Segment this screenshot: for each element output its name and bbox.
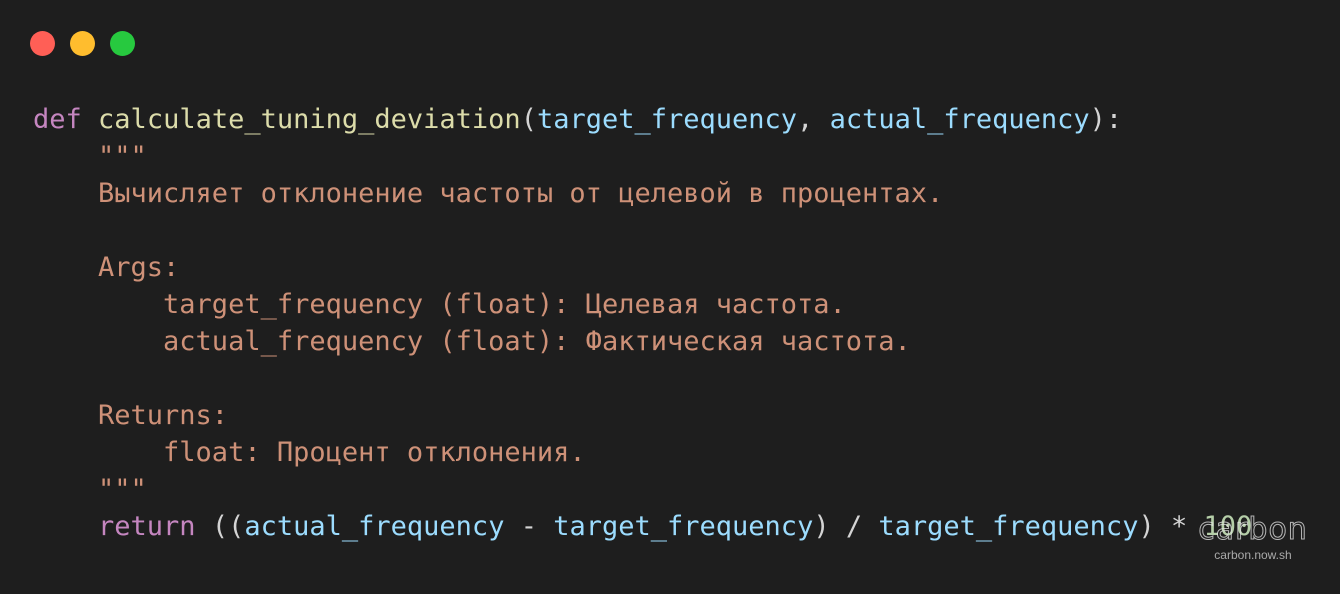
code-token: def	[33, 104, 82, 135]
code-token: ) /	[813, 511, 879, 542]
code-token: ):	[1089, 104, 1123, 135]
code-token: """	[33, 474, 147, 505]
code-token: ((	[195, 511, 245, 542]
code-line: """	[33, 138, 1252, 175]
code-token: """	[33, 141, 147, 172]
code-window: def calculate_tuning_deviation(target_fr…	[0, 0, 1340, 594]
carbon-watermark: carbon carbon.now.sh	[1198, 512, 1308, 563]
code-token: actual_frequency	[244, 511, 505, 542]
code-line: Вычисляет отклонение частоты от целевой …	[33, 175, 1252, 212]
code-line: actual_frequency (float): Фактическая ча…	[33, 323, 1252, 360]
zoom-button[interactable]	[110, 31, 135, 56]
code-token: Вычисляет отклонение частоты от целевой …	[33, 178, 944, 209]
code-line: float: Процент отклонения.	[33, 434, 1252, 471]
code-token: float: Процент отклонения.	[33, 437, 586, 468]
code-token: actual_frequency	[829, 104, 1090, 135]
code-token: actual_frequency (float): Фактическая ча…	[33, 326, 911, 357]
code-line: def calculate_tuning_deviation(target_fr…	[33, 101, 1252, 138]
code-token: ) *	[1138, 511, 1204, 542]
code-token: target_frequency	[536, 104, 798, 135]
code-token: -	[504, 511, 554, 542]
code-line: target_frequency (float): Целевая частот…	[33, 286, 1252, 323]
code-token: target_frequency (float): Целевая частот…	[33, 289, 846, 320]
carbon-logo: carbon	[1198, 512, 1308, 548]
window-controls	[30, 31, 135, 56]
code-token: Args:	[33, 252, 180, 283]
code-token: return	[98, 511, 196, 542]
code-token: calculate_tuning_deviation	[98, 104, 521, 135]
code-token: Returns:	[33, 400, 229, 431]
code-line: """	[33, 471, 1252, 508]
code-line: return ((actual_frequency - target_frequ…	[33, 508, 1252, 545]
carbon-url: carbon.now.sh	[1214, 548, 1292, 562]
code-line: Args:	[33, 249, 1252, 286]
code-token: ,	[797, 104, 830, 135]
close-button[interactable]	[30, 31, 55, 56]
code-block: def calculate_tuning_deviation(target_fr…	[33, 101, 1252, 545]
minimize-button[interactable]	[70, 31, 95, 56]
code-token: (	[520, 104, 537, 135]
code-token: target_frequency	[878, 511, 1139, 542]
code-token: target_frequency	[553, 511, 814, 542]
code-line: Returns:	[33, 397, 1252, 434]
